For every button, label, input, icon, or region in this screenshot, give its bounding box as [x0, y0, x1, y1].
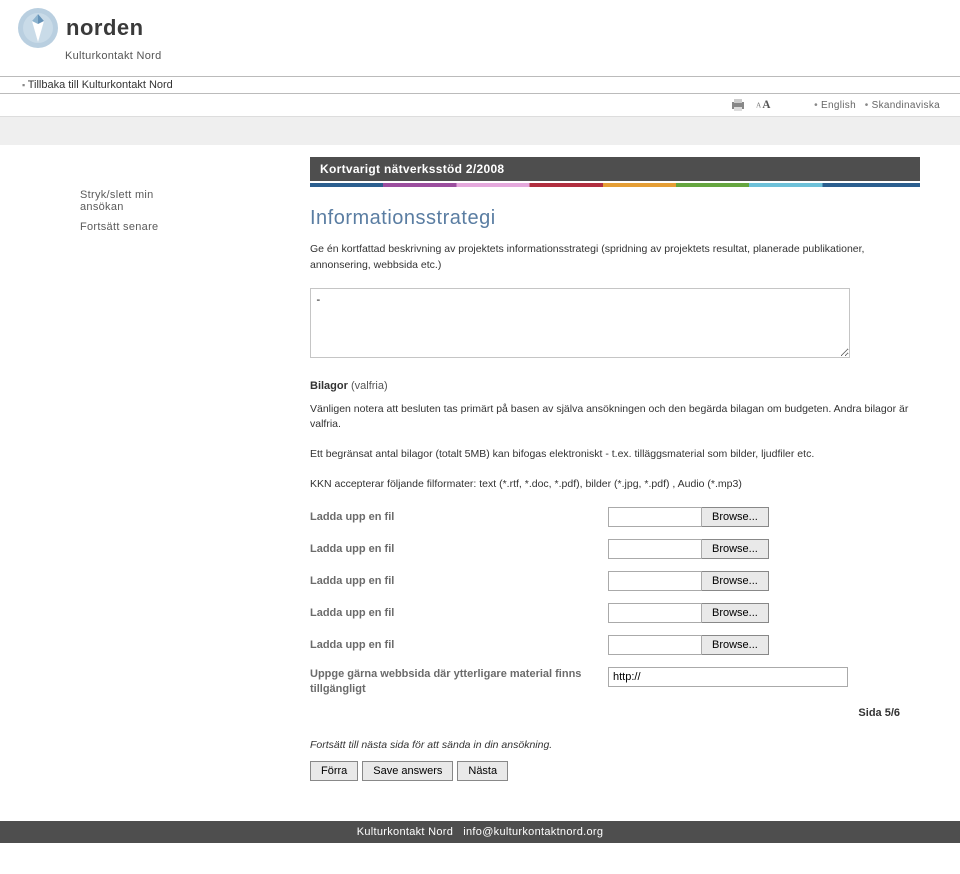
- file-input-4[interactable]: [608, 603, 702, 623]
- file-input-2[interactable]: [608, 539, 702, 559]
- file-input-5[interactable]: [608, 635, 702, 655]
- lang-english[interactable]: English: [814, 100, 856, 111]
- browse-button-4[interactable]: Browse...: [702, 603, 769, 623]
- sidebar-item-continue-later[interactable]: Fortsätt senare: [80, 217, 200, 237]
- page-title-bar: Kortvarigt nätverksstöd 2/2008: [310, 157, 920, 181]
- accent-line: [310, 183, 920, 187]
- file-label: Ladda upp en fil: [310, 543, 608, 555]
- attachments-heading-suffix: (valfria): [351, 380, 388, 392]
- text-size-icon[interactable]: AA: [756, 97, 772, 113]
- browse-button-3[interactable]: Browse...: [702, 571, 769, 591]
- file-label: Ladda upp en fil: [310, 639, 608, 651]
- file-label: Ladda upp en fil: [310, 607, 608, 619]
- section-heading: Informationsstrategi: [310, 207, 920, 230]
- footer-email[interactable]: info@kulturkontaktnord.org: [463, 826, 603, 838]
- browse-button-2[interactable]: Browse...: [702, 539, 769, 559]
- file-label: Ladda upp en fil: [310, 575, 608, 587]
- continue-hint: Fortsätt till nästa sida för att sända i…: [310, 739, 920, 751]
- back-link[interactable]: Tillbaka till Kulturkontakt Nord: [0, 76, 960, 93]
- main-content: Kortvarigt nätverksstöd 2/2008 Informati…: [200, 145, 960, 801]
- button-row: Förra Save answers Nästa: [310, 761, 920, 781]
- browse-button-1[interactable]: Browse...: [702, 507, 769, 527]
- language-links: English Skandinaviska: [808, 100, 940, 111]
- gray-band: [0, 117, 960, 145]
- logo-row: norden: [0, 8, 960, 48]
- section-description: Ge én kortfattad beskrivning av projekte…: [310, 242, 920, 274]
- nav-strip: Tillbaka till Kulturkontakt Nord AA Engl…: [0, 76, 960, 145]
- file-row-1: Ladda upp en fil Browse...: [310, 507, 920, 527]
- url-input[interactable]: [608, 667, 848, 687]
- attachments-heading-label: Bilagor: [310, 380, 348, 392]
- save-button[interactable]: Save answers: [362, 761, 453, 781]
- browse-button-5[interactable]: Browse...: [702, 635, 769, 655]
- svg-text:A: A: [756, 101, 762, 109]
- file-label: Ladda upp en fil: [310, 511, 608, 523]
- sidebar-item-delete[interactable]: Stryk/slett min ansökan: [80, 185, 200, 217]
- info-strategy-textarea[interactable]: [310, 288, 850, 358]
- sidebar: Stryk/slett min ansökan Fortsätt senare: [0, 145, 200, 801]
- brand-subtitle: Kulturkontakt Nord: [0, 50, 960, 62]
- attachments-p3: KKN accepterar följande filformater: tex…: [310, 477, 920, 493]
- back-link-label: Tillbaka till Kulturkontakt Nord: [28, 79, 173, 91]
- url-row: Uppge gärna webbsida där ytterligare mat…: [310, 667, 920, 698]
- file-row-4: Ladda upp en fil Browse...: [310, 603, 920, 623]
- lang-skandinaviska[interactable]: Skandinaviska: [865, 100, 940, 111]
- toolbar-row: AA English Skandinaviska: [0, 93, 960, 117]
- next-button[interactable]: Nästa: [457, 761, 508, 781]
- prev-button[interactable]: Förra: [310, 761, 358, 781]
- url-label: Uppge gärna webbsida där ytterligare mat…: [310, 667, 608, 698]
- attachments-heading: Bilagor (valfria): [310, 380, 920, 392]
- brand-text: norden: [66, 15, 144, 41]
- file-input-3[interactable]: [608, 571, 702, 591]
- print-icon[interactable]: [730, 97, 746, 113]
- footer-org: Kulturkontakt Nord: [357, 826, 454, 838]
- logo-icon: [18, 8, 58, 48]
- page-header: norden Kulturkontakt Nord: [0, 0, 960, 66]
- page-indicator: Sida 5/6: [310, 707, 920, 719]
- file-row-2: Ladda upp en fil Browse...: [310, 539, 920, 559]
- attachments-p1: Vänligen notera att besluten tas primärt…: [310, 402, 920, 434]
- file-row-5: Ladda upp en fil Browse...: [310, 635, 920, 655]
- footer: Kulturkontakt Nord info@kulturkontaktnor…: [0, 821, 960, 843]
- file-row-3: Ladda upp en fil Browse...: [310, 571, 920, 591]
- attachments-p2: Ett begränsat antal bilagor (totalt 5MB)…: [310, 447, 920, 463]
- file-input-1[interactable]: [608, 507, 702, 527]
- svg-text:A: A: [763, 99, 771, 110]
